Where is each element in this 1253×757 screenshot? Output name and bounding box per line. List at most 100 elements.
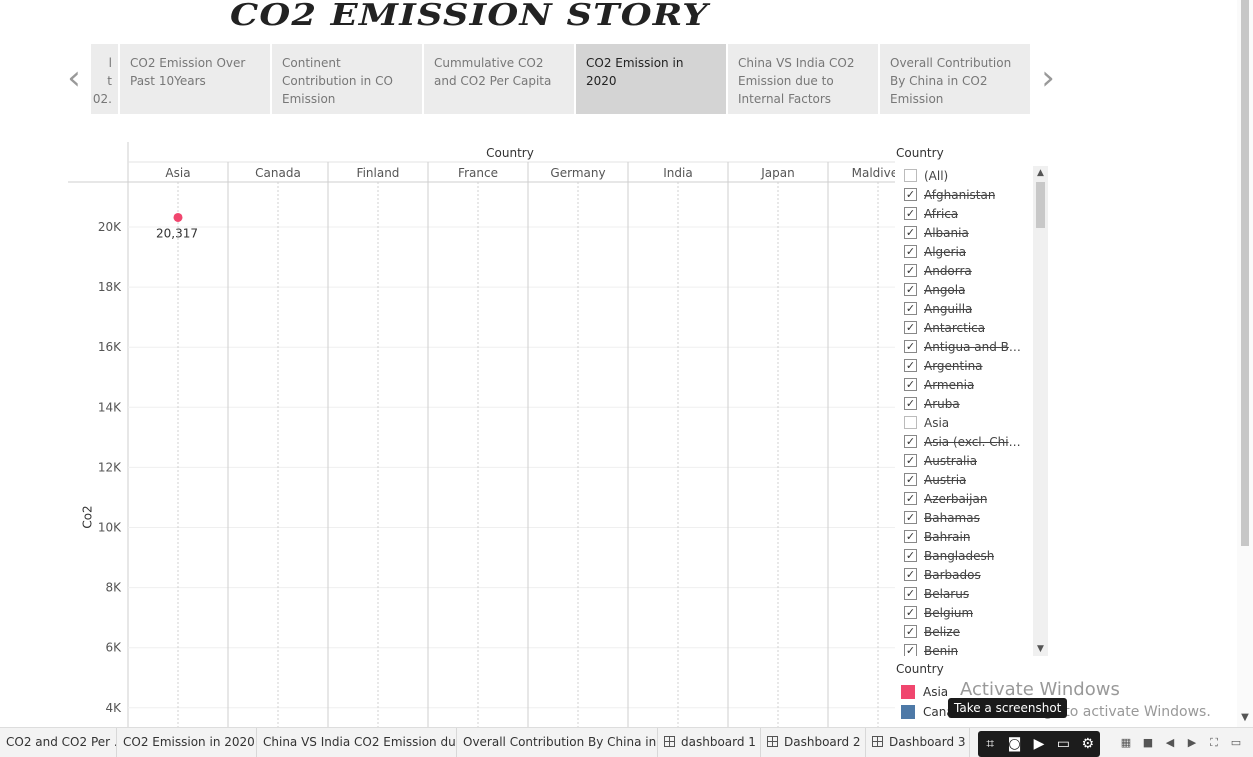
filter-item[interactable]: ✓ Barbados — [896, 565, 1036, 584]
sheet-tab-label: China VS India CO2 Emission du... — [263, 735, 457, 749]
presentation-icon[interactable]: ▭ — [1228, 735, 1244, 751]
filmstrip-icon[interactable]: ■ — [1140, 735, 1156, 751]
checkbox-unchecked[interactable] — [904, 169, 917, 182]
page-scroll-thumb[interactable] — [1241, 0, 1249, 546]
checkbox-checked[interactable]: ✓ — [904, 264, 917, 277]
checkbox-checked[interactable]: ✓ — [904, 644, 917, 656]
filter-item[interactable]: ✓ Argentina — [896, 356, 1036, 375]
checkbox-checked[interactable]: ✓ — [904, 302, 917, 315]
filter-item[interactable]: ✓ Belarus — [896, 584, 1036, 603]
fullscreen-icon[interactable]: ⛶ — [1206, 735, 1222, 751]
filter-item[interactable]: ✓ Angola — [896, 280, 1036, 299]
filter-item[interactable]: ✓ Belize — [896, 622, 1036, 641]
data-point-asia[interactable] — [173, 212, 183, 222]
tableau-story-view: CO2 EMISSION STORY ‹ l t 02. CO2 Emission… — [0, 0, 1253, 757]
filter-item-label: Afghanistan — [924, 187, 996, 202]
chevron-right-icon[interactable]: › — [1036, 60, 1060, 96]
gear-icon[interactable]: ⚙ — [1078, 735, 1098, 753]
story-point-7[interactable]: Overall Contribution By China in CO2 Emi… — [880, 44, 1030, 114]
filter-item[interactable]: ✓ Antarctica — [896, 318, 1036, 337]
filter-item[interactable]: Asia — [896, 413, 1036, 432]
video-icon[interactable]: ▶ — [1029, 735, 1049, 753]
scroll-down-icon[interactable]: ▼ — [1033, 642, 1048, 656]
checkbox-checked[interactable]: ✓ — [904, 321, 917, 334]
filter-item[interactable]: ✓ Antigua and Bar... — [896, 337, 1036, 356]
checkbox-checked[interactable]: ✓ — [904, 625, 917, 638]
filter-item[interactable]: ✓ Afghanistan — [896, 185, 1036, 204]
filter-item[interactable]: ✓ Africa — [896, 204, 1036, 223]
filter-list[interactable]: (All) ✓ Afghanistan ✓ Africa ✓ Albania ✓ Algeria… — [896, 166, 1048, 656]
checkbox-checked[interactable]: ✓ — [904, 283, 917, 296]
previous-sheet-icon[interactable]: ◀ — [1162, 735, 1178, 751]
y-tick-label: 10K — [98, 521, 122, 535]
checkbox-unchecked[interactable] — [904, 416, 917, 429]
checkbox-checked[interactable]: ✓ — [904, 245, 917, 258]
filter-item[interactable]: ✓ Bangladesh — [896, 546, 1036, 565]
filter-scrollbar[interactable]: ▲ ▼ — [1033, 166, 1048, 656]
filter-item[interactable]: ✓ Andorra — [896, 261, 1036, 280]
story-point-6[interactable]: China VS India CO2 Emission due to Inter… — [728, 44, 878, 114]
checkbox-checked[interactable]: ✓ — [904, 340, 917, 353]
window-icon[interactable]: ▭ — [1053, 735, 1073, 753]
scroll-thumb[interactable] — [1036, 182, 1045, 228]
sheet-tab-7[interactable]: Dashboard 3 — [866, 728, 970, 757]
checkbox-checked[interactable]: ✓ — [904, 530, 917, 543]
show-sheets-icon[interactable]: ▦ — [1118, 735, 1134, 751]
scroll-up-icon[interactable]: ▲ — [1033, 166, 1048, 180]
checkbox-checked[interactable]: ✓ — [904, 435, 917, 448]
checkbox-checked[interactable]: ✓ — [904, 549, 917, 562]
filter-item[interactable]: ✓ Anguilla — [896, 299, 1036, 318]
story-point-3[interactable]: Continent Contribution in CO Emission — [272, 44, 422, 114]
checkbox-checked[interactable]: ✓ — [904, 492, 917, 505]
sheet-tab-4[interactable]: Overall Contribution By China in ... — [457, 728, 658, 757]
next-sheet-icon[interactable]: ▶ — [1184, 735, 1200, 751]
y-tick-label: 18K — [98, 280, 122, 294]
column-header-title: Country — [486, 146, 534, 160]
filter-item[interactable]: ✓ Austria — [896, 470, 1036, 489]
checkbox-checked[interactable]: ✓ — [904, 606, 917, 619]
filter-item[interactable]: ✓ Albania — [896, 223, 1036, 242]
checkbox-checked[interactable]: ✓ — [904, 568, 917, 581]
chevron-left-icon[interactable]: ‹ — [62, 60, 86, 96]
checkbox-checked[interactable]: ✓ — [904, 359, 917, 372]
filter-item[interactable]: ✓ Belgium — [896, 603, 1036, 622]
story-point-4[interactable]: Cummulative CO2 and CO2 Per Capita — [424, 44, 574, 114]
screen-snip-icon[interactable]: ⌗ — [980, 735, 1000, 753]
filter-item[interactable]: ✓ Armenia — [896, 375, 1036, 394]
filter-item-label: Azerbaijan — [924, 491, 988, 506]
checkbox-checked[interactable]: ✓ — [904, 454, 917, 467]
checkbox-checked[interactable]: ✓ — [904, 207, 917, 220]
story-point-5[interactable]: CO2 Emission in 2020 — [576, 44, 726, 114]
story-point-2[interactable]: CO2 Emission Over Past 10Years — [120, 44, 270, 114]
checkbox-checked[interactable]: ✓ — [904, 226, 917, 239]
filter-item[interactable]: ✓ Bahamas — [896, 508, 1036, 527]
sheet-tab-2[interactable]: CO2 Emission in 2020 — [117, 728, 257, 757]
filter-item[interactable]: ✓ Algeria — [896, 242, 1036, 261]
checkbox-checked[interactable]: ✓ — [904, 587, 917, 600]
page-scrollbar[interactable]: ▼ — [1237, 0, 1253, 727]
story-point-1[interactable]: l t 02. — [91, 44, 118, 114]
checkbox-checked[interactable]: ✓ — [904, 397, 917, 410]
sheet-tab-6[interactable]: Dashboard 2 — [761, 728, 866, 757]
watermark-line-1: Activate Windows — [960, 679, 1120, 700]
filter-item[interactable]: ✓ Bahrain — [896, 527, 1036, 546]
checkbox-checked[interactable]: ✓ — [904, 378, 917, 391]
filter-item[interactable]: ✓ Australia — [896, 451, 1036, 470]
filter-item[interactable]: ✓ Benin — [896, 641, 1036, 656]
page-scroll-down-icon[interactable]: ▼ — [1237, 712, 1253, 726]
sheet-tab-5[interactable]: dashboard 1 — [658, 728, 761, 757]
camera-icon[interactable]: ◙ — [1005, 735, 1025, 753]
sheet-tab-1[interactable]: CO2 and CO2 Per ... — [0, 728, 117, 757]
filter-item-label: Asia — [924, 415, 950, 430]
checkbox-checked[interactable]: ✓ — [904, 473, 917, 486]
category-label-india: India — [663, 166, 692, 180]
sheet-tab-3[interactable]: China VS India CO2 Emission du... — [257, 728, 457, 757]
filter-item[interactable]: ✓ Aruba — [896, 394, 1036, 413]
filter-item[interactable]: (All) — [896, 166, 1036, 185]
checkbox-checked[interactable]: ✓ — [904, 511, 917, 524]
checkbox-checked[interactable]: ✓ — [904, 188, 917, 201]
filter-item[interactable]: ✓ Azerbaijan — [896, 489, 1036, 508]
filter-item[interactable]: ✓ Asia (excl. China ... — [896, 432, 1036, 451]
filter-item-label: Anguilla — [924, 301, 973, 316]
sheet-tab-label: Overall Contribution By China in ... — [463, 735, 658, 749]
